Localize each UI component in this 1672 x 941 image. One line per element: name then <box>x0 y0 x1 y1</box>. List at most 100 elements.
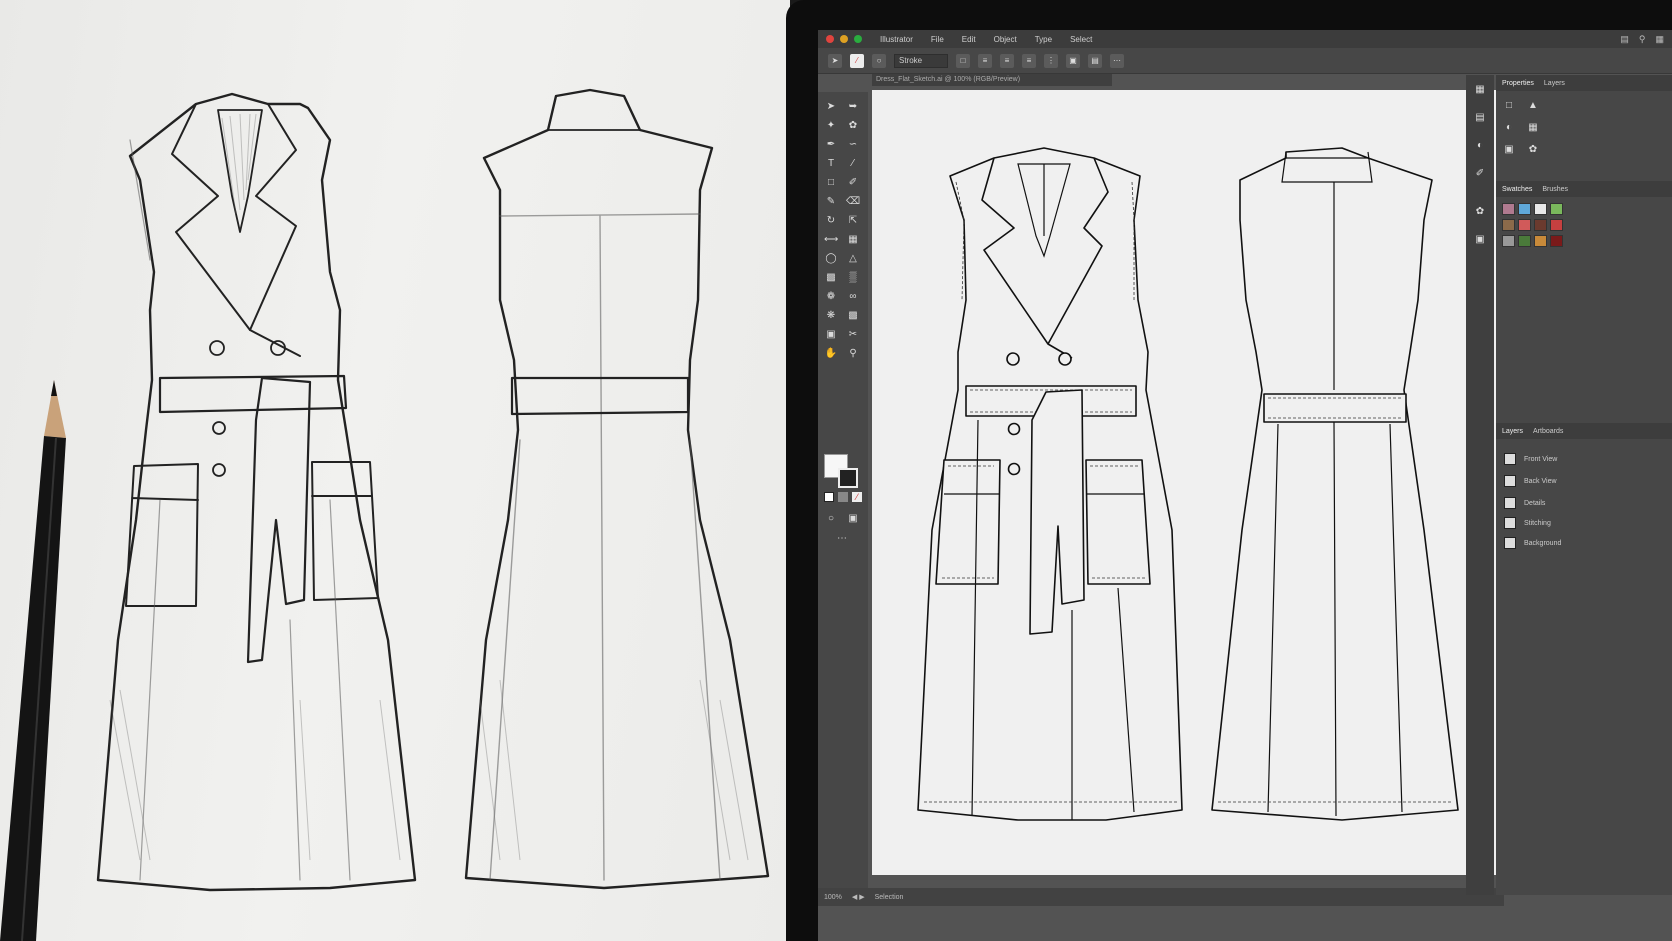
tab-artboards[interactable]: Artboards <box>1533 428 1563 435</box>
document-tab[interactable]: Dress_Flat_Sketch.ai @ 100% (RGB/Preview… <box>872 74 1112 86</box>
share-icon[interactable]: ▤ <box>1620 34 1629 45</box>
blend-icon[interactable]: ∞ <box>846 290 860 304</box>
selection-icon[interactable]: ➤ <box>824 100 838 114</box>
artboard-nav-icon[interactable]: ◀ ▶ <box>852 893 865 901</box>
color-swatch[interactable] <box>1550 203 1563 215</box>
stroke-swatch[interactable]: ○ <box>872 53 886 68</box>
artboard-icon[interactable]: ▣ <box>824 328 838 342</box>
stroke-weight-field[interactable]: Stroke <box>894 53 948 68</box>
menu-app[interactable]: Illustrator <box>880 35 913 44</box>
close-window-button[interactable] <box>826 35 834 43</box>
magic-wand-icon[interactable]: ✦ <box>824 119 838 133</box>
eraser-icon[interactable]: ⌫ <box>846 195 860 209</box>
search-icon[interactable]: ⚲ <box>1639 34 1646 45</box>
slice-icon[interactable]: ✂ <box>846 328 860 342</box>
color-swatch[interactable] <box>1534 235 1547 247</box>
shape-builder-icon[interactable]: ◯ <box>824 252 838 266</box>
color-swatch[interactable] <box>1550 235 1563 247</box>
color-swatch[interactable] <box>1518 219 1531 231</box>
layer-row[interactable]: Stitching <box>1504 515 1654 531</box>
rotate-icon[interactable]: ↻ <box>824 214 838 228</box>
opacity-icon[interactable]: □ <box>956 53 970 68</box>
artboard[interactable] <box>872 90 1504 875</box>
screen-mode-icon[interactable]: ▣ <box>846 512 860 526</box>
distribute-icon[interactable]: ⋮ <box>1044 53 1058 68</box>
sketch-back-view <box>464 88 770 890</box>
paper-sketch <box>0 0 790 941</box>
workspace-icon[interactable]: ▦ <box>1655 34 1664 45</box>
eyedropper-icon[interactable]: ❁ <box>824 290 838 304</box>
menu-object[interactable]: Object <box>994 35 1017 44</box>
color-swatch[interactable] <box>1518 235 1531 247</box>
quick-actions-icon[interactable]: ▣ <box>1502 143 1516 157</box>
shape-icon[interactable]: □ <box>824 176 838 190</box>
menu-file[interactable]: File <box>931 35 944 44</box>
more-options-icon[interactable]: ⋯ <box>1110 53 1124 68</box>
brushes-icon[interactable]: ✐ <box>1473 167 1487 181</box>
graph-icon[interactable]: ▩ <box>846 309 860 323</box>
appearance-icon[interactable]: ◐ <box>1502 121 1516 135</box>
perspective-icon[interactable]: △ <box>846 252 860 266</box>
tab-properties[interactable]: Properties <box>1502 80 1534 87</box>
brush-icon[interactable]: ✐ <box>846 176 860 190</box>
transform-panel-icon[interactable]: □ <box>1502 99 1516 113</box>
tab-brushes[interactable]: Brushes <box>1542 186 1568 193</box>
pen-icon[interactable]: ✒ <box>824 138 838 152</box>
pencil-tool-icon[interactable]: ✎ <box>824 195 838 209</box>
mesh-icon[interactable]: ▩ <box>824 271 838 285</box>
gradient-icon[interactable]: ▒ <box>846 271 860 285</box>
curvature-icon[interactable]: ∽ <box>846 138 860 152</box>
tab-swatches[interactable]: Swatches <box>1502 186 1532 193</box>
color-swatch[interactable] <box>1534 203 1547 215</box>
stroke-color-swatch[interactable] <box>838 468 858 488</box>
color-swatch[interactable] <box>1502 235 1515 247</box>
zoom-level[interactable]: 100% <box>824 894 842 901</box>
draw-mode-icon[interactable]: ○ <box>824 512 838 526</box>
menu-select[interactable]: Select <box>1070 35 1092 44</box>
free-transform-icon[interactable]: ▦ <box>846 233 860 247</box>
direct-selection-icon[interactable]: ➥ <box>846 100 860 114</box>
fill-none-swatch[interactable]: ⁄ <box>850 53 864 68</box>
mountain-image-icon[interactable]: ▲ <box>1526 99 1540 113</box>
gradient-swatch-icon[interactable] <box>838 492 848 502</box>
layer-row[interactable]: Back View <box>1504 473 1654 489</box>
maximize-window-button[interactable] <box>854 35 862 43</box>
symbols-icon[interactable]: ✿ <box>1473 205 1487 219</box>
align-right-icon[interactable]: ≡ <box>1022 53 1036 68</box>
layer-row[interactable]: Front View <box>1504 451 1654 467</box>
properties-icon[interactable]: ▤ <box>1473 111 1487 125</box>
layer-row[interactable]: Details <box>1504 495 1654 511</box>
hand-icon[interactable]: ✋ <box>824 347 838 361</box>
graphic-styles-icon[interactable]: ▣ <box>1473 233 1487 247</box>
recolor-icon[interactable]: ✿ <box>1526 143 1540 157</box>
arrange-icon[interactable]: ▤ <box>1088 53 1102 68</box>
menu-type[interactable]: Type <box>1035 35 1052 44</box>
align-center-icon[interactable]: ≡ <box>1000 53 1014 68</box>
scale-icon[interactable]: ⇱ <box>846 214 860 228</box>
none-swatch-icon[interactable]: ⁄ <box>852 492 862 502</box>
align-panel-icon[interactable]: ▦ <box>1526 121 1540 135</box>
color-swatch[interactable] <box>1534 219 1547 231</box>
color-swatch[interactable] <box>1518 203 1531 215</box>
lasso-icon[interactable]: ✿ <box>846 119 860 133</box>
line-icon[interactable]: ⁄ <box>846 157 860 171</box>
align-left-icon[interactable]: ≡ <box>978 53 992 68</box>
color-guide-icon[interactable]: ◐ <box>1473 139 1487 153</box>
transform-icon[interactable]: ▣ <box>1066 53 1080 68</box>
libraries-icon[interactable]: ▦ <box>1473 83 1487 97</box>
text-icon[interactable]: T <box>824 157 838 171</box>
selection-tool-indicator[interactable]: ➤ <box>828 53 842 68</box>
tab-layers-top[interactable]: Layers <box>1544 80 1565 87</box>
menu-edit[interactable]: Edit <box>962 35 976 44</box>
color-swatch[interactable] <box>1502 203 1515 215</box>
layer-row[interactable]: Background <box>1504 535 1654 551</box>
zoom-icon[interactable]: ⚲ <box>846 347 860 361</box>
symbol-sprayer-icon[interactable]: ❋ <box>824 309 838 323</box>
default-colors-icon[interactable] <box>824 492 834 502</box>
color-swatch[interactable] <box>1502 219 1515 231</box>
edit-toolbar-icon[interactable]: ⋯ <box>835 532 849 546</box>
width-icon[interactable]: ⟷ <box>824 233 838 247</box>
tab-layers[interactable]: Layers <box>1502 428 1523 435</box>
color-swatch[interactable] <box>1550 219 1563 231</box>
minimize-window-button[interactable] <box>840 35 848 43</box>
